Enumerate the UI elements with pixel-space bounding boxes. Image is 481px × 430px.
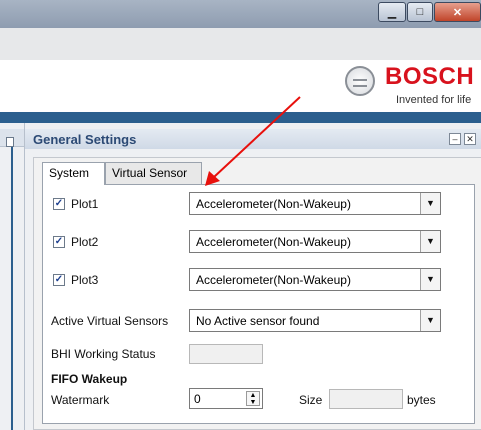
close-button[interactable]: ✕ bbox=[434, 2, 481, 22]
pin-icon[interactable] bbox=[6, 137, 14, 147]
general-settings-panel: General Settings – ✕ System Virtual Sens… bbox=[24, 123, 481, 430]
panel-minimize-icon: – bbox=[452, 134, 458, 144]
maximize-icon: □ bbox=[416, 6, 424, 18]
bosch-logo-icon bbox=[345, 66, 375, 96]
plot2-select-value: Accelerometer(Non-Wakeup) bbox=[196, 235, 351, 249]
plot2-select[interactable]: Accelerometer(Non-Wakeup) ▼ bbox=[189, 230, 441, 253]
panel-title: General Settings bbox=[33, 132, 137, 147]
active-virtual-sensors-select[interactable]: No Active sensor found ▼ bbox=[189, 309, 441, 332]
left-pane-divider bbox=[11, 147, 13, 430]
tab-system[interactable]: System bbox=[42, 162, 105, 185]
watermark-label: Watermark bbox=[51, 393, 110, 407]
bhi-working-status-field bbox=[189, 344, 263, 364]
active-virtual-sensors-value: No Active sensor found bbox=[196, 314, 320, 328]
minimize-button[interactable]: ▁ bbox=[378, 2, 406, 22]
plot3-label: Plot3 bbox=[71, 273, 99, 287]
size-field bbox=[329, 389, 403, 409]
window-titlebar: ▁ □ ✕ bbox=[0, 0, 481, 28]
left-pane bbox=[0, 123, 24, 430]
maximize-button[interactable]: □ bbox=[407, 2, 433, 22]
plot3-select-value: Accelerometer(Non-Wakeup) bbox=[196, 273, 351, 287]
active-virtual-sensors-label: Active Virtual Sensors bbox=[51, 314, 169, 328]
plot2-checkbox[interactable]: ✓ bbox=[53, 236, 65, 248]
toolbar-band bbox=[0, 28, 481, 60]
bhi-working-status-label: BHI Working Status bbox=[51, 347, 156, 361]
plot1-select[interactable]: Accelerometer(Non-Wakeup) ▼ bbox=[189, 192, 441, 215]
close-icon: ✕ bbox=[452, 6, 463, 19]
chevron-down-icon[interactable]: ▼ bbox=[420, 193, 440, 214]
brand-name: BOSCH bbox=[385, 63, 475, 90]
brand-tagline: Invented for life bbox=[396, 94, 472, 106]
plot1-label: Plot1 bbox=[71, 197, 99, 211]
tab-virtual-sensor[interactable]: Virtual Sensor bbox=[105, 162, 202, 184]
minimize-icon: ▁ bbox=[387, 6, 397, 19]
plot3-select[interactable]: Accelerometer(Non-Wakeup) ▼ bbox=[189, 268, 441, 291]
plot3-checkbox[interactable]: ✓ bbox=[53, 274, 65, 286]
watermark-stepper[interactable]: 0 ▲ ▼ bbox=[189, 388, 263, 409]
plot1-checkbox[interactable]: ✓ bbox=[53, 198, 65, 210]
chevron-down-icon[interactable]: ▼ bbox=[420, 310, 440, 331]
header-divider bbox=[0, 112, 481, 123]
fifo-wakeup-heading: FIFO Wakeup bbox=[51, 372, 128, 386]
size-label: Size bbox=[299, 393, 323, 407]
stepper-arrows-icon[interactable]: ▲ ▼ bbox=[246, 391, 260, 406]
left-pane-header bbox=[0, 129, 24, 147]
plot2-label: Plot2 bbox=[71, 235, 99, 249]
panel-close-icon: ✕ bbox=[466, 134, 474, 144]
watermark-value: 0 bbox=[194, 392, 201, 406]
chevron-down-icon[interactable]: ▼ bbox=[420, 231, 440, 252]
plot1-select-value: Accelerometer(Non-Wakeup) bbox=[196, 197, 351, 211]
size-unit-label: bytes bbox=[407, 393, 436, 407]
panel-titlebar: General Settings – ✕ bbox=[25, 129, 481, 149]
app-header: BOSCH Invented for life bbox=[0, 60, 481, 112]
panel-close-button[interactable]: ✕ bbox=[464, 133, 476, 145]
panel-minimize-button[interactable]: – bbox=[449, 133, 461, 145]
settings-content: System Virtual Sensor ✓ Plot1 Accelerome… bbox=[33, 157, 481, 430]
chevron-down-icon[interactable]: ▼ bbox=[420, 269, 440, 290]
system-tab-body: ✓ Plot1 Accelerometer(Non-Wakeup) ▼ ✓ Pl… bbox=[42, 184, 475, 424]
